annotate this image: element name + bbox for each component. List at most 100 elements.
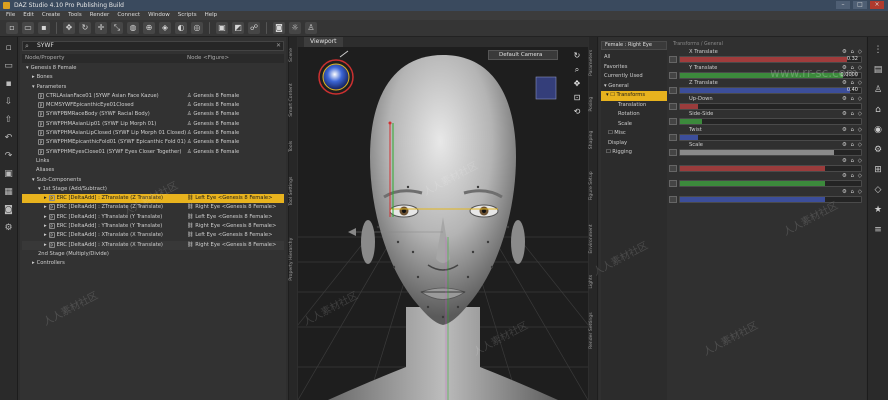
menu-item-scripts[interactable]: Scripts [178,11,197,20]
slider-expand-toggle[interactable] [669,133,677,141]
collapse-arrow-icon[interactable]: ▾ [38,186,41,192]
menu-item-render[interactable]: Render [90,11,110,20]
scale-icon[interactable]: ⤡ [111,22,123,34]
camera-icon[interactable]: ◙ [3,205,14,216]
pose-icon[interactable]: ♙ [873,85,884,96]
maximize-button[interactable]: □ [853,1,867,9]
slider-expand-toggle[interactable] [669,164,677,172]
redo-icon[interactable]: ↷ [3,151,14,162]
side-tab-figure-setup[interactable]: Figure Setup [589,160,598,211]
slider-expand-toggle[interactable] [669,195,677,203]
slider-value[interactable]: 0.32 [847,57,858,62]
scene-tree-row[interactable]: ▸ Bones [22,73,284,82]
parameter-slider[interactable]: Up-Down ⚙ ⌂ ◇ [669,96,865,112]
viewport-tab[interactable]: Viewport [304,37,343,47]
scene-search-field[interactable]: ⌕ SYWF ✕ [22,41,284,51]
new-file-icon[interactable]: ▫ [3,43,14,54]
expand-arrow-icon[interactable]: ▸ [44,214,47,220]
slider-track[interactable] [679,164,862,172]
rotate-icon[interactable]: ↻ [79,22,91,34]
render-icon[interactable]: ▣ [3,169,14,180]
minimize-button[interactable]: – [836,1,850,9]
expand-arrow-icon[interactable]: ▸ [44,242,47,248]
parameter-slider[interactable]: Z Translate ⚙ ⌂ ◇ 0.40 [669,80,865,96]
parameter-group-item[interactable]: ▾ ☐ Transforms [601,91,667,101]
parameter-slider[interactable]: Scale ⚙ ⌂ ◇ [669,142,865,158]
scene-tree-row[interactable]: ▾ Genesis 8 Female [22,64,284,73]
slider-value[interactable]: 0.40 [847,88,858,93]
slider-options-icon[interactable]: ⚙ ⌂ ◇ [842,49,863,56]
save-icon[interactable]: ▪ [38,22,50,34]
clear-search-icon[interactable]: ✕ [276,42,281,50]
slider-options-icon[interactable]: ⚙ ⌂ ◇ [842,158,863,165]
frame-icon[interactable]: ⊡ [572,93,582,103]
menu-item-tools[interactable]: Tools [68,11,82,20]
side-tab-posing[interactable]: Posing [589,89,598,119]
timeline-icon[interactable]: ▤ [873,65,884,76]
menu-item-file[interactable]: File [6,11,15,20]
pan-view-icon[interactable]: ✥ [572,79,582,89]
slider-options-icon[interactable]: ⚙ ⌂ ◇ [842,173,863,180]
parameter-group-item[interactable]: ▾ General [601,82,667,92]
collapse-arrow-icon[interactable]: ▾ [32,177,35,183]
expand-arrow-icon[interactable]: ▸ [32,260,35,266]
parameter-slider[interactable]: ⚙ ⌂ ◇ [669,158,865,174]
expand-arrow-icon[interactable]: ▸ [32,74,35,80]
undo-icon[interactable]: ↶ [3,133,14,144]
collapse-arrow-icon[interactable]: ▾ [32,84,35,90]
side-tab-render-settings[interactable]: Render Settings [589,300,598,362]
spot-render-icon[interactable]: ◩ [232,22,244,34]
expand-arrow-icon[interactable]: ▸ [44,223,47,229]
parameter-slider[interactable]: X Translate ⚙ ⌂ ◇ 0.32 [669,49,865,65]
scene-tree-row[interactable]: ▸ P ERC [DeltaAdd] : YTranslate (Y Transla… [22,222,284,231]
slider-options-icon[interactable]: ⚙ ⌂ ◇ [842,111,863,118]
scene-tree-row[interactable]: Links [22,157,284,166]
scene-tree-row[interactable]: P MCMSYWFEpicanthicEye01Closed ♙ Genesis 8… [22,101,284,110]
scene-tree-row[interactable]: P SYWFPHMAsianLipClosed (SYWF Lip Morph 0… [22,129,284,138]
node-weight-icon[interactable]: ◍ [127,22,139,34]
slider-expand-toggle[interactable] [669,149,677,156]
close-button[interactable]: × [870,1,884,9]
slider-options-icon[interactable]: ⚙ ⌂ ◇ [842,96,863,103]
expand-arrow-icon[interactable]: ▸ [44,204,47,210]
active-pose-icon[interactable]: ☍ [248,22,260,34]
parameter-slider[interactable]: Twist ⚙ ⌂ ◇ [669,127,865,143]
menu-item-edit[interactable]: Edit [23,11,34,20]
parameter-slider[interactable]: ⚙ ⌂ ◇ [669,173,865,189]
slider-track[interactable] [679,102,862,110]
camera-icon[interactable]: ◙ [273,22,285,34]
slider-options-icon[interactable]: ⚙ ⌂ ◇ [842,80,863,87]
reset-view-icon[interactable]: ⟲ [572,107,582,117]
import-icon[interactable]: ⇩ [3,97,14,108]
slider-track[interactable] [679,180,862,187]
slider-expand-toggle[interactable] [669,180,677,187]
camera-select[interactable]: Default Camera [488,50,558,60]
scene-tree-row[interactable]: P SYWFPHMEyesClose01 (SYWF Eyes Closer To… [22,148,284,157]
slider-track[interactable] [679,149,862,156]
render-icon[interactable]: ▣ [216,22,228,34]
translate-icon[interactable]: ✛ [95,22,107,34]
slider-expand-toggle[interactable] [669,118,677,125]
scene-tree-row[interactable]: Aliases [22,166,284,175]
slider-expand-toggle[interactable] [669,87,677,94]
slider-track[interactable] [679,133,862,141]
settings-icon[interactable]: ⚙ [873,145,884,156]
column-node-property[interactable]: Node/Property [25,54,64,63]
scene-tree-row[interactable]: ▾ Sub-Components [22,176,284,185]
settings-icon[interactable]: ⚙ [3,223,14,234]
save-icon[interactable]: ▪ [3,79,14,90]
parameter-group-item[interactable]: All [601,53,667,63]
new-file-icon[interactable]: ▫ [6,22,18,34]
collapse-arrow-icon[interactable]: ▾ [26,65,29,71]
side-tab-parameters[interactable]: Parameters [589,41,598,85]
scene-tree-row[interactable]: P CTRLAsianFace01 (SYWF Asian Face Kazue)… [22,92,284,101]
scene-tree-row[interactable]: P SYWFPHMEpicanthicFold01 (SYWF Epicanthi… [22,138,284,147]
scene-tree-row[interactable]: P SYWFPBMRaceBody (SYWF Racial Body) ♙ Gen… [22,110,284,119]
parameter-node-select[interactable]: Female : Right Eye [601,41,667,50]
parameter-group-item[interactable]: Scale [601,120,667,130]
figure-icon[interactable]: ♙ [305,22,317,34]
drag-handle-icon[interactable]: ⋮ [873,45,884,56]
open-icon[interactable]: ▭ [22,22,34,34]
expand-arrow-icon[interactable]: ▸ [44,232,47,238]
geometry-editor-icon[interactable]: ◈ [159,22,171,34]
